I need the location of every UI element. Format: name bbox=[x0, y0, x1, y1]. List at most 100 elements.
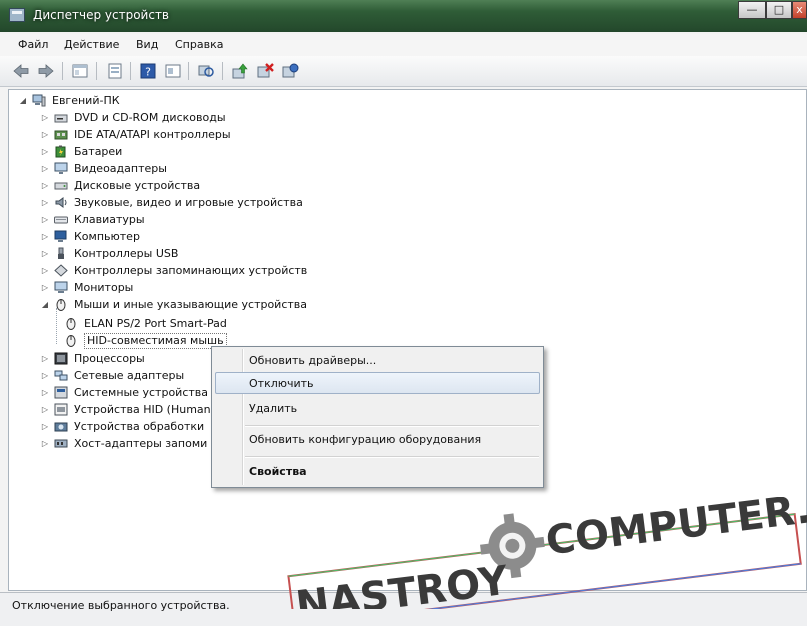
help-icon[interactable]: ? bbox=[139, 62, 157, 80]
expand-arrow-icon[interactable]: ▷ bbox=[41, 401, 49, 418]
minimize-button[interactable]: — bbox=[738, 1, 766, 19]
expand-arrow-icon[interactable]: ▷ bbox=[41, 211, 49, 228]
scan-hardware-item[interactable]: Обновить конфигурацию оборудования bbox=[249, 433, 481, 446]
keyboard-icon bbox=[54, 213, 68, 226]
tree-category-label: IDE ATA/ATAPI контроллеры bbox=[74, 128, 231, 141]
expand-arrow-icon[interactable]: ▷ bbox=[41, 160, 49, 177]
imaging-device-icon bbox=[54, 420, 68, 433]
tree-category-label: DVD и CD-ROM дисководы bbox=[74, 111, 226, 124]
collapse-arrow-icon[interactable]: ◢ bbox=[41, 296, 49, 313]
window-title: Диспетчер устройств bbox=[33, 8, 170, 22]
tree-category-label: Мыши и иные указывающие устройства bbox=[74, 298, 308, 311]
computer-icon bbox=[32, 94, 46, 107]
usb-icon bbox=[54, 247, 68, 260]
tree-device-label: ELAN PS/2 Port Smart-Pad bbox=[84, 317, 227, 330]
tree-category-label: Батареи bbox=[74, 145, 123, 158]
toolbar-separator bbox=[96, 62, 97, 80]
view-icon[interactable] bbox=[164, 62, 182, 80]
close-button[interactable]: x bbox=[792, 1, 807, 19]
expand-arrow-icon[interactable]: ▷ bbox=[41, 367, 49, 384]
expand-arrow-icon[interactable]: ▷ bbox=[41, 228, 49, 245]
mouse-icon bbox=[64, 334, 78, 347]
menu-separator bbox=[245, 425, 539, 427]
expand-arrow-icon[interactable]: ▷ bbox=[41, 435, 49, 452]
expand-arrow-icon[interactable]: ▷ bbox=[41, 350, 49, 367]
toolbar: ? bbox=[0, 56, 807, 87]
scan-icon[interactable] bbox=[197, 62, 215, 80]
tree-category-label: Видеоадаптеры bbox=[74, 162, 167, 175]
expand-arrow-icon[interactable]: ▷ bbox=[41, 418, 49, 435]
display-adapter-icon bbox=[54, 162, 68, 175]
collapse-arrow-icon[interactable]: ◢ bbox=[19, 92, 27, 109]
toolbar-separator bbox=[62, 62, 63, 80]
status-text: Отключение выбранного устройства. bbox=[12, 599, 230, 612]
disable-item[interactable]: Отключить bbox=[249, 377, 314, 390]
expand-arrow-icon[interactable]: ▷ bbox=[41, 194, 49, 211]
tree-connector bbox=[56, 308, 58, 344]
battery-icon bbox=[54, 145, 68, 158]
forward-icon[interactable] bbox=[37, 62, 55, 80]
toolbar-separator bbox=[130, 62, 131, 80]
device-manager-icon bbox=[9, 8, 25, 22]
expand-arrow-icon[interactable]: ▷ bbox=[41, 279, 49, 296]
menu-file[interactable]: Файл bbox=[18, 38, 48, 51]
context-menu: Обновить драйверы... Отключить Удалить О… bbox=[211, 346, 544, 488]
tree-category-label: Клавиатуры bbox=[74, 213, 145, 226]
expand-arrow-icon[interactable]: ▷ bbox=[41, 109, 49, 126]
update-drivers-item[interactable]: Обновить драйверы... bbox=[249, 354, 376, 367]
toolbar-separator bbox=[222, 62, 223, 80]
title-bar[interactable]: Диспетчер устройств — □ x bbox=[0, 0, 807, 32]
tree-category-label: Устройства обработки bbox=[74, 420, 205, 433]
expand-arrow-icon[interactable]: ▷ bbox=[41, 262, 49, 279]
device-manager-window: Диспетчер устройств — □ x Файл Действие … bbox=[0, 0, 807, 626]
expand-arrow-icon[interactable]: ▷ bbox=[41, 143, 49, 160]
watermark-left-text: NASTROY bbox=[293, 558, 511, 609]
tree-category-label: Контроллеры USB bbox=[74, 247, 179, 260]
tree-category-label: Сетевые адаптеры bbox=[74, 369, 185, 382]
tree-category-label: Звуковые, видео и игровые устройства bbox=[74, 196, 303, 209]
toolbar-separator bbox=[188, 62, 189, 80]
tree-category-label: Дисковые устройства bbox=[74, 179, 201, 192]
expand-arrow-icon[interactable]: ▷ bbox=[41, 384, 49, 401]
dvd-drive-icon bbox=[54, 111, 68, 124]
ide-controller-icon bbox=[54, 128, 68, 141]
svg-text:?: ? bbox=[145, 66, 151, 79]
tree-device-label: HID-совместимая мышь bbox=[84, 333, 227, 349]
expand-arrow-icon[interactable]: ▷ bbox=[41, 126, 49, 143]
storage-controller-icon bbox=[54, 264, 68, 277]
update-driver-icon[interactable] bbox=[231, 62, 249, 80]
menu-help[interactable]: Справка bbox=[175, 38, 223, 51]
hid-device-icon bbox=[54, 403, 68, 416]
system-device-icon bbox=[54, 386, 68, 399]
menu-separator bbox=[245, 456, 539, 458]
properties-item[interactable]: Свойства bbox=[249, 465, 307, 478]
menu-bar: Файл Действие Вид Справка bbox=[0, 34, 807, 56]
monitor-icon bbox=[54, 281, 68, 294]
tree-category-label: Компьютер bbox=[74, 230, 140, 243]
mouse-icon bbox=[64, 317, 78, 330]
sound-icon bbox=[54, 196, 68, 209]
processor-icon bbox=[54, 352, 68, 365]
expand-arrow-icon[interactable]: ▷ bbox=[41, 245, 49, 262]
show-hide-icon[interactable] bbox=[106, 62, 124, 80]
tree-category-label: Мониторы bbox=[74, 281, 134, 294]
network-adapter-icon bbox=[54, 369, 68, 382]
tree-category-label: Системные устройства bbox=[74, 386, 208, 399]
disable-icon[interactable] bbox=[256, 62, 274, 80]
menu-action[interactable]: Действие bbox=[64, 38, 119, 51]
disk-drive-icon bbox=[54, 179, 68, 192]
menu-view[interactable]: Вид bbox=[136, 38, 158, 51]
properties-icon[interactable] bbox=[71, 62, 89, 80]
uninstall-item[interactable]: Удалить bbox=[249, 402, 297, 415]
context-menu-gutter bbox=[242, 349, 244, 485]
computer-icon bbox=[54, 230, 68, 243]
watermark: NASTROY COMPUTER.R bbox=[287, 497, 807, 609]
back-icon[interactable] bbox=[12, 62, 30, 80]
uninstall-icon[interactable] bbox=[281, 62, 299, 80]
tree-category-label: Процессоры bbox=[74, 352, 145, 365]
expand-arrow-icon[interactable]: ▷ bbox=[41, 177, 49, 194]
tree-category-label: Хост-адаптеры запоми bbox=[74, 437, 208, 450]
tree-category-label: Устройства HID (Human bbox=[74, 403, 211, 416]
maximize-button[interactable]: □ bbox=[766, 1, 792, 19]
watermark-right-text: COMPUTER.R bbox=[543, 497, 807, 564]
